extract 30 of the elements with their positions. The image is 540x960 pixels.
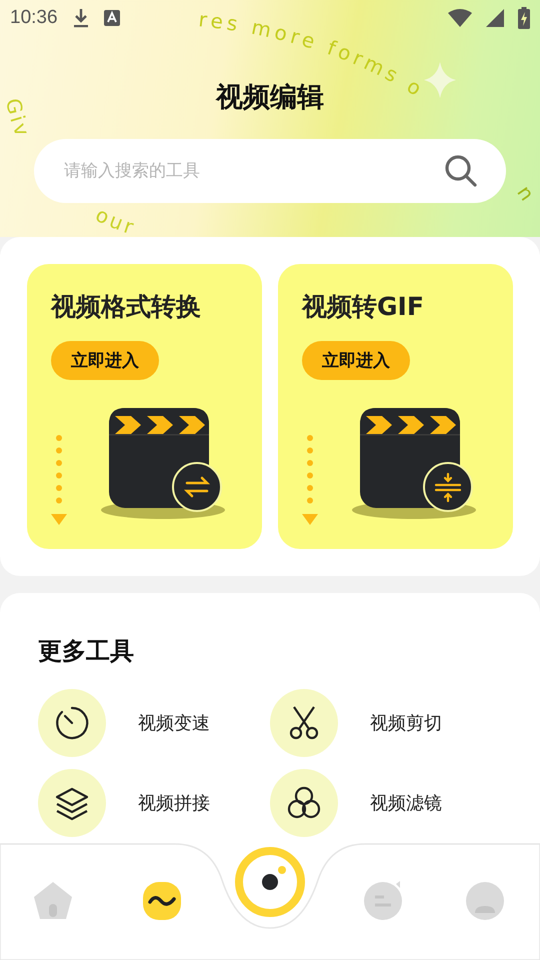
camera-button[interactable] [234,846,306,918]
wifi-icon [448,9,472,27]
section-title: 更多工具 [38,636,135,667]
search-icon[interactable] [444,154,478,188]
tool-label[interactable]: 视频剪切 [370,711,442,735]
layers-icon [54,785,90,821]
tool-label[interactable]: 视频拼接 [138,791,210,815]
search-field[interactable]: 请输入搜索的工具 [34,139,506,203]
page-title: 视频编辑 [216,81,324,115]
dotted-arrow-icon [51,434,67,526]
tool-label[interactable]: 视频滤镜 [370,791,442,815]
feature-card[interactable]: 视频格式转换 立即进入 [27,264,262,549]
feature-card[interactable]: 视频转GIF 立即进入 [278,264,513,549]
decorative-text: n [512,180,540,206]
notification-icon [104,10,120,26]
sparkle-icon [424,62,456,98]
battery-icon [518,7,530,29]
download-icon [72,8,90,28]
timer-icon [54,705,90,741]
tool-label[interactable]: 视频变速 [138,711,210,735]
decorative-text: our [92,202,140,237]
status-time: 10:36 [10,7,58,29]
enter-button[interactable]: 立即进入 [302,341,410,380]
dotted-arrow-icon [302,434,318,526]
signal-icon [486,9,504,27]
card-title: 视频格式转换 [51,291,202,323]
filter-circles-icon [286,785,322,821]
card-title: 视频转GIF [302,291,425,323]
decorative-text: Giv [0,96,36,142]
enter-button[interactable]: 立即进入 [51,341,159,380]
